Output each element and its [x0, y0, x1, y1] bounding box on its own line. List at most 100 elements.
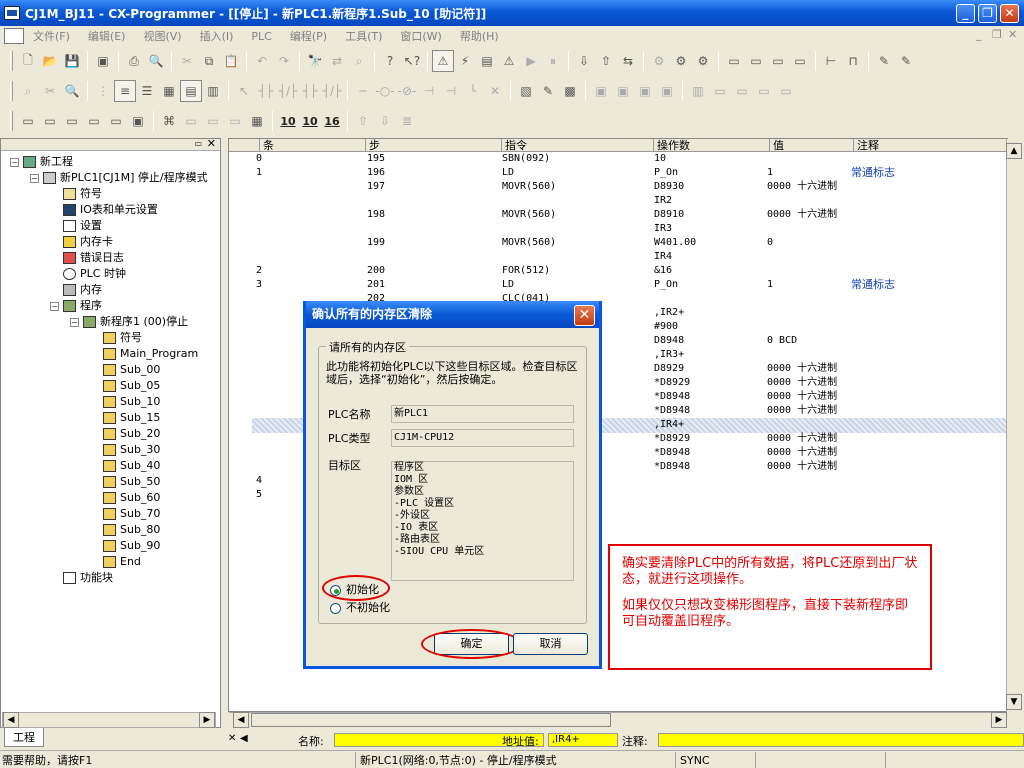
- pane-arrow-icon[interactable]: ◀: [240, 733, 248, 744]
- tree-subitem[interactable]: Sub_20: [103, 426, 160, 442]
- display-decimal-icon[interactable]: 10: [277, 110, 299, 132]
- tree-subitem[interactable]: Sub_50: [103, 474, 160, 490]
- tree-item-memory[interactable]: 内存: [63, 282, 102, 298]
- cell-operand[interactable]: D8929: [654, 362, 684, 376]
- tab-project[interactable]: 工程: [4, 728, 44, 747]
- menu-edit[interactable]: 编辑(E): [79, 28, 135, 44]
- cell-value[interactable]: 0000 十六进制: [767, 208, 837, 222]
- tree-subitem[interactable]: Sub_60: [103, 490, 160, 506]
- menu-plc[interactable]: PLC: [242, 30, 280, 43]
- cell-step[interactable]: 197: [367, 180, 385, 194]
- mdi-close-icon[interactable]: ✕: [1008, 28, 1017, 41]
- replace-icon[interactable]: ⇄: [326, 50, 348, 72]
- force-on-icon[interactable]: ⚙: [648, 50, 670, 72]
- cell-operand[interactable]: D8930: [654, 180, 684, 194]
- save-icon[interactable]: 💾: [61, 50, 83, 72]
- list-icon[interactable]: ☰: [136, 80, 158, 102]
- scroll-left-icon[interactable]: ◀: [233, 712, 249, 728]
- cell-rung[interactable]: 2: [256, 264, 262, 278]
- radio-no-initialize-label[interactable]: 不初始化: [346, 601, 390, 614]
- trace-icon[interactable]: ⊓: [842, 50, 864, 72]
- stack-icon[interactable]: ≣: [396, 110, 418, 132]
- cell-operand[interactable]: ,IR2+: [654, 306, 684, 320]
- cell-rung[interactable]: 0: [256, 152, 262, 166]
- line-h-icon[interactable]: ─: [352, 80, 374, 102]
- cell-rung[interactable]: 4: [256, 474, 262, 488]
- mnemonic-icon[interactable]: ▤: [180, 80, 202, 102]
- grid-hscroll[interactable]: ◀ ▶: [229, 712, 1007, 728]
- tree-subitem[interactable]: Sub_05: [103, 378, 160, 394]
- bar-icon[interactable]: ▥: [687, 80, 709, 102]
- view-c-icon[interactable]: ▭: [224, 110, 246, 132]
- tree-subitem[interactable]: Sub_15: [103, 410, 160, 426]
- tree-subitem[interactable]: Sub_30: [103, 442, 160, 458]
- tree-item-plc-clock[interactable]: PLC 时钟: [63, 266, 126, 282]
- cell-operand[interactable]: #900: [654, 320, 678, 334]
- cell-operand[interactable]: *D8948: [654, 390, 690, 404]
- tree-item-error-log[interactable]: 错误日志: [63, 250, 124, 266]
- window-2-icon[interactable]: ▭: [745, 50, 767, 72]
- radio-no-initialize[interactable]: [330, 603, 341, 614]
- scroll-up-icon[interactable]: ▲: [1006, 143, 1022, 159]
- cell-operand[interactable]: IR3: [654, 222, 672, 236]
- instr-b-icon[interactable]: ⊣: [440, 80, 462, 102]
- scissors-icon[interactable]: ✂: [39, 80, 61, 102]
- menu-insert[interactable]: 插入(I): [191, 28, 243, 44]
- diff-icon[interactable]: ⊢: [820, 50, 842, 72]
- run-icon[interactable]: ▶: [520, 50, 542, 72]
- cell-operand[interactable]: P_On: [654, 278, 678, 292]
- cell-instruction[interactable]: SBN(092): [502, 152, 550, 166]
- view-d-icon[interactable]: ▦: [246, 110, 268, 132]
- io-2-icon[interactable]: ▣: [612, 80, 634, 102]
- mdi-restore-icon[interactable]: ❐: [992, 28, 1002, 41]
- col-step[interactable]: 步: [365, 139, 501, 152]
- address-window-icon[interactable]: ▭: [83, 110, 105, 132]
- scroll-right-icon[interactable]: ▶: [991, 712, 1007, 728]
- compare-icon[interactable]: ⇆: [617, 50, 639, 72]
- open-icon[interactable]: 📂: [39, 50, 61, 72]
- tree-subitem[interactable]: End: [103, 554, 141, 570]
- cell-step[interactable]: 195: [367, 152, 385, 166]
- edit-icon[interactable]: ✎: [537, 80, 559, 102]
- tree-item-settings[interactable]: 设置: [63, 218, 102, 234]
- cell-rung[interactable]: 5: [256, 488, 262, 502]
- menu-view[interactable]: 视图(V): [134, 28, 190, 44]
- print-preview-icon[interactable]: 🔍: [145, 50, 167, 72]
- cell-operand[interactable]: W401.00: [654, 236, 696, 250]
- tree-scrollbar[interactable]: ◀ ▶: [2, 712, 216, 728]
- tree-subitem[interactable]: Sub_10: [103, 394, 160, 410]
- tree-plc[interactable]: 新PLC1[CJ1M] 停止/程序模式: [43, 170, 208, 186]
- menu-window[interactable]: 窗口(W): [391, 28, 450, 44]
- cell-value[interactable]: 0 BCD: [767, 334, 797, 348]
- col-comment[interactable]: 注释: [853, 139, 1007, 152]
- tree-icon[interactable]: ▥: [202, 80, 224, 102]
- alert-icon[interactable]: ⚠: [498, 50, 520, 72]
- context-help-icon[interactable]: ↖?: [401, 50, 423, 72]
- cross-ref-icon[interactable]: ▭: [105, 110, 127, 132]
- expand-icon[interactable]: −: [70, 318, 79, 327]
- box-3-icon[interactable]: ▭: [753, 80, 775, 102]
- cell-rung[interactable]: 3: [256, 278, 262, 292]
- redo-icon[interactable]: ↷: [273, 50, 295, 72]
- menu-program[interactable]: 编程(P): [281, 28, 336, 44]
- contact-or-nc-icon[interactable]: ┤/├: [321, 80, 343, 102]
- find-all-icon[interactable]: ⌕: [348, 50, 370, 72]
- cut-icon[interactable]: ✂: [176, 50, 198, 72]
- pin-icon[interactable]: ▭: [194, 139, 202, 148]
- instr-icon[interactable]: ⊣: [418, 80, 440, 102]
- symbols-icon[interactable]: ⌘: [158, 110, 180, 132]
- grid-icon[interactable]: ⋮: [92, 80, 114, 102]
- warning-icon[interactable]: ⚠: [432, 50, 454, 72]
- online-edit-icon[interactable]: ▧: [515, 80, 537, 102]
- expand-icon[interactable]: −: [30, 174, 39, 183]
- cell-operand[interactable]: *D8948: [654, 446, 690, 460]
- monitor-icon[interactable]: ▤: [476, 50, 498, 72]
- tree-item-symbols[interactable]: 符号: [63, 186, 102, 202]
- contact-or-icon[interactable]: ┤├: [299, 80, 321, 102]
- copy-icon[interactable]: ⧉: [198, 50, 220, 72]
- table-icon[interactable]: ▦: [158, 80, 180, 102]
- scroll-left-icon[interactable]: ◀: [3, 712, 19, 728]
- close-pane-icon[interactable]: ✕: [228, 733, 236, 744]
- restore-button[interactable]: ❐: [978, 4, 997, 23]
- io-4-icon[interactable]: ▣: [656, 80, 678, 102]
